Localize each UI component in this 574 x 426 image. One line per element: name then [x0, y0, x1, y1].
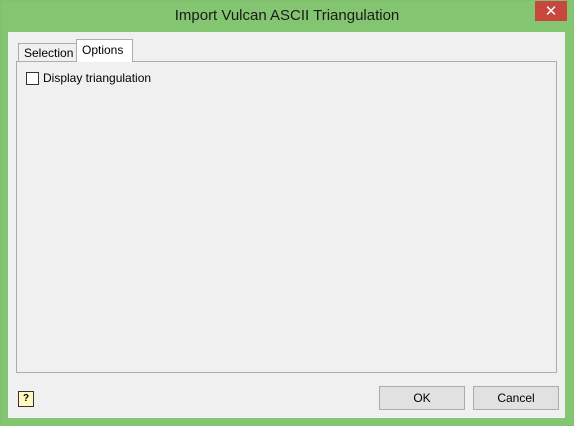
display-triangulation-checkbox[interactable] — [26, 71, 39, 85]
dialog-title: Import Vulcan ASCII Triangulation — [174, 7, 400, 24]
close-icon: ✕ — [544, 3, 558, 20]
dialog-window: Import Vulcan ASCII Triangulation ✕ Sele… — [0, 0, 574, 426]
close-button[interactable]: ✕ — [535, 1, 567, 21]
help-icon[interactable]: ? — [18, 391, 34, 407]
title-bar[interactable]: Import Vulcan ASCII Triangulation ✕ — [1, 1, 573, 32]
options-panel: Display triangulation — [16, 61, 557, 373]
dialog-client-area: Selection Options Display triangulation … — [8, 32, 565, 418]
tab-selection[interactable]: Selection — [18, 43, 77, 61]
cancel-button[interactable]: Cancel — [473, 386, 559, 410]
tab-options[interactable]: Options — [76, 39, 133, 62]
ok-button[interactable]: OK — [379, 386, 465, 410]
display-triangulation-row[interactable]: Display triangulation — [26, 71, 151, 85]
display-triangulation-label[interactable]: Display triangulation — [43, 71, 151, 85]
